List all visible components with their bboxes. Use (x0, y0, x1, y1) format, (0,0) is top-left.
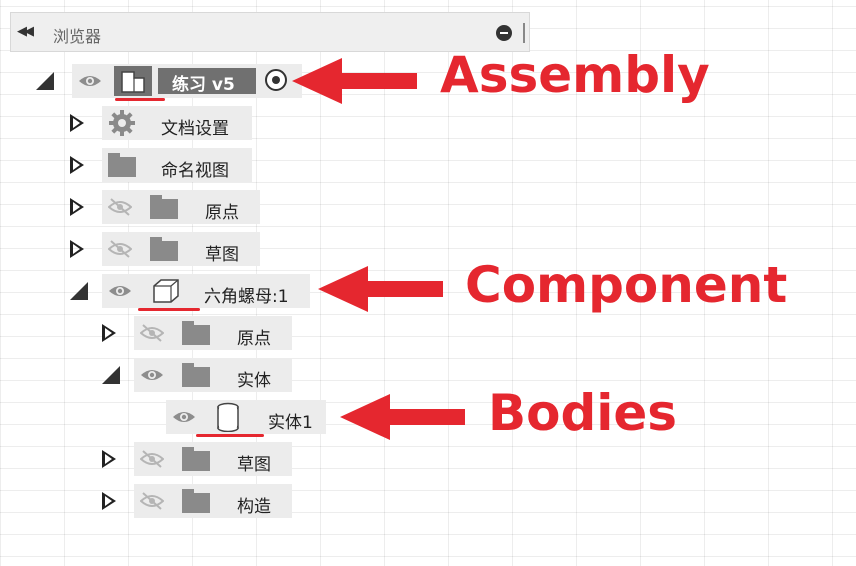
eye-icon[interactable] (140, 365, 164, 385)
eye-icon[interactable] (172, 407, 196, 427)
folder-icon (150, 237, 178, 261)
expand-toggle-bodies[interactable] (102, 366, 120, 384)
eye-hidden-icon[interactable] (108, 197, 132, 217)
minimize-icon[interactable] (496, 25, 512, 41)
callout-component: Component (465, 256, 788, 314)
arrow-component (318, 266, 443, 312)
eye-hidden-icon[interactable] (140, 323, 164, 343)
folder-icon (108, 153, 136, 177)
tree-label-origin: 原点 (205, 203, 239, 223)
browser-title: 浏览器 (53, 27, 102, 46)
folder-icon (182, 321, 210, 345)
eye-hidden-icon[interactable] (140, 449, 164, 469)
folder-icon (182, 363, 210, 387)
folder-icon (182, 447, 210, 471)
component-icon (150, 277, 182, 305)
tree-label-construction: 构造 (237, 497, 271, 517)
expand-toggle-assembly[interactable] (36, 72, 54, 90)
underline-assembly (115, 98, 165, 101)
eye-hidden-icon[interactable] (108, 239, 132, 259)
assembly-label[interactable]: 练习 v5 (172, 70, 235, 95)
tree-label-document-settings: 文档设置 (161, 119, 229, 139)
expand-toggle-named-views[interactable] (70, 156, 84, 174)
expand-toggle-construction[interactable] (102, 492, 116, 510)
tree-label-component-origin: 原点 (237, 329, 271, 349)
callout-assembly: Assembly (440, 46, 710, 104)
tree-label-component-sketches: 草图 (237, 455, 271, 475)
callout-bodies: Bodies (488, 384, 678, 442)
expand-toggle-document-settings[interactable] (70, 114, 84, 132)
body-icon (214, 402, 242, 433)
folder-icon (150, 195, 178, 219)
underline-body (196, 434, 264, 437)
expand-toggle-component-sketches[interactable] (102, 450, 116, 468)
collapse-panel-icon[interactable]: ◀◀ (17, 24, 34, 39)
underline-component (138, 308, 200, 311)
eye-icon[interactable] (78, 71, 102, 91)
expand-toggle-origin[interactable] (70, 198, 84, 216)
tree-label-bodies: 实体 (237, 371, 271, 391)
tree-label-body: 实体1 (268, 413, 313, 433)
activate-radio-icon[interactable] (265, 69, 287, 91)
expand-toggle-component[interactable] (70, 282, 88, 300)
expand-toggle-sketches[interactable] (70, 240, 84, 258)
gear-icon (108, 109, 136, 137)
arrow-assembly (292, 58, 417, 104)
folder-icon (182, 489, 210, 513)
assembly-icon (114, 66, 152, 96)
tree-label-sketches: 草图 (205, 245, 239, 265)
tree-label-component: 六角螺母:1 (204, 287, 289, 307)
eye-icon[interactable] (108, 281, 132, 301)
arrow-bodies (340, 394, 465, 440)
eye-hidden-icon[interactable] (140, 491, 164, 511)
expand-toggle-component-origin[interactable] (102, 324, 116, 342)
tree-label-named-views: 命名视图 (161, 161, 229, 181)
panel-divider (523, 23, 525, 43)
